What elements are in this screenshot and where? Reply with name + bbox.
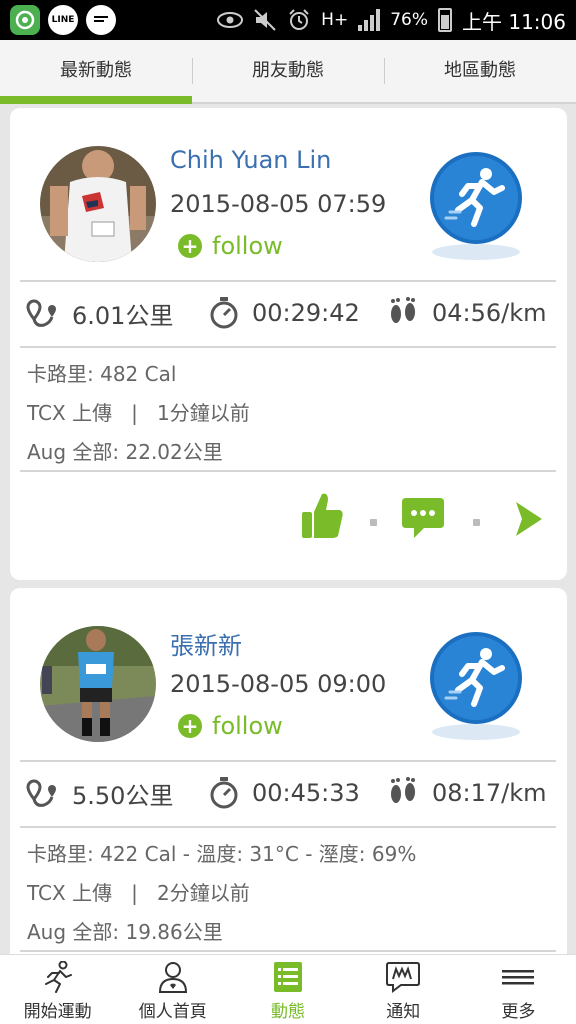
footprints-icon [391,777,415,803]
plus-icon: + [178,714,202,738]
separator-dot [473,519,480,526]
pace-stat: 04:56/km [386,296,547,330]
month-total: Aug 全部: 19.86公里 [27,920,223,944]
follow-button[interactable]: + follow [178,712,283,740]
nav-label: 更多 [501,1002,536,1022]
calories-text: 卡路里: 422 Cal - 溫度: 31°C - 溼度: 69% [27,842,417,866]
upload-info: TCX 上傳 | 2分鐘以前 [27,877,250,906]
comment-icon[interactable] [400,496,446,540]
follow-label: follow [212,232,283,260]
duration-value: 00:29:42 [252,299,360,327]
distance-value: 6.01公里 [72,302,174,330]
line-app-icon: LINE [48,5,78,35]
network-type: H+ [321,10,349,30]
signal-icon [358,9,381,31]
follow-button[interactable]: + follow [178,232,283,260]
divider [20,826,556,828]
nav-profile[interactable]: 個人首頁 [115,955,230,1024]
separator-dot [370,519,377,526]
nav-activity[interactable]: 動態 [230,955,345,1024]
nav-label: 個人首頁 [138,1002,207,1022]
distance-stat: 6.01公里 [26,296,173,331]
like-thumb-icon[interactable] [300,492,344,540]
avatar[interactable] [40,626,156,742]
calories-text: 卡路里: 482 Cal [27,362,177,386]
duration-stat: 00:29:42 [208,296,360,330]
mute-icon [254,9,276,31]
avatar[interactable] [40,146,156,262]
feed-tabs: 最新動態 朋友動態 地區動態 [0,40,576,104]
running-activity-icon [430,632,522,740]
nav-label: 通知 [386,1002,421,1022]
stopwatch-icon [210,297,238,329]
upload-ago: 1分鐘以前 [156,401,250,425]
tab-region[interactable]: 地區動態 [384,40,576,102]
separator: | [131,881,138,905]
activity-feed[interactable]: Chih Yuan Lin 2015-08-05 07:59 + follow … [0,106,576,954]
tab-friends[interactable]: 朋友動態 [192,40,384,102]
nav-notifications[interactable]: 通知 [346,955,461,1024]
notification-bubble-icon [386,962,421,993]
route-icon [26,298,56,327]
distance-value: 5.50公里 [72,782,174,810]
divider [20,346,556,348]
running-man-icon [44,961,72,993]
nav-label: 開始運動 [23,1002,92,1022]
activity-datetime: 2015-08-05 07:59 [170,190,387,218]
battery-icon [438,8,452,32]
divider [20,950,556,952]
chevron-right-icon[interactable] [512,500,546,538]
divider [20,760,556,762]
nav-start-workout[interactable]: 開始運動 [0,955,115,1024]
route-icon [26,778,56,807]
action-bar [10,492,567,552]
nav-more[interactable]: 更多 [461,955,576,1024]
alarm-icon [289,9,309,30]
duration-stat: 00:45:33 [208,776,360,810]
tablet-app-icon [10,5,40,35]
follow-label: follow [212,712,283,740]
nav-label: 動態 [271,1002,305,1022]
user-name[interactable]: 張新新 [170,626,242,661]
menu-icon [502,970,535,985]
eye-icon [217,12,244,28]
tab-latest[interactable]: 最新動態 [0,40,192,104]
list-icon [274,962,302,992]
running-activity-icon [430,152,522,260]
clock: 上午 11:06 [462,9,566,34]
separator: | [131,401,138,425]
upload-ago: 2分鐘以前 [156,881,250,905]
upload-source: TCX 上傳 [27,401,113,425]
line-app-label: LINE [51,15,75,25]
month-total: Aug 全部: 22.02公里 [27,440,223,464]
pace-value: 08:17/km [432,779,547,807]
activity-datetime: 2015-08-05 09:00 [170,670,387,698]
user-name[interactable]: Chih Yuan Lin [170,146,331,174]
divider [20,470,556,472]
upload-source: TCX 上傳 [27,881,113,905]
activity-card[interactable]: 張新新 2015-08-05 09:00 + follow 5.50公里 00:… [10,588,567,954]
duration-value: 00:45:33 [252,779,360,807]
bottom-navigation: 開始運動 個人首頁 動態 通知 更多 [0,954,576,1024]
activity-card[interactable]: Chih Yuan Lin 2015-08-05 07:59 + follow … [10,108,567,580]
pace-value: 04:56/km [432,299,547,327]
battery-percent: 76% [390,10,428,30]
divider [20,280,556,282]
plus-icon: + [178,234,202,258]
user-icon [158,962,187,993]
pace-stat: 08:17/km [386,776,547,810]
distance-stat: 5.50公里 [26,776,173,811]
upload-info: TCX 上傳 | 1分鐘以前 [27,397,250,426]
footprints-icon [391,297,415,323]
status-bar: LINE H+ 76% 上午 11:06 [0,0,576,40]
stopwatch-icon [210,777,238,809]
chat-app-icon [86,5,116,35]
